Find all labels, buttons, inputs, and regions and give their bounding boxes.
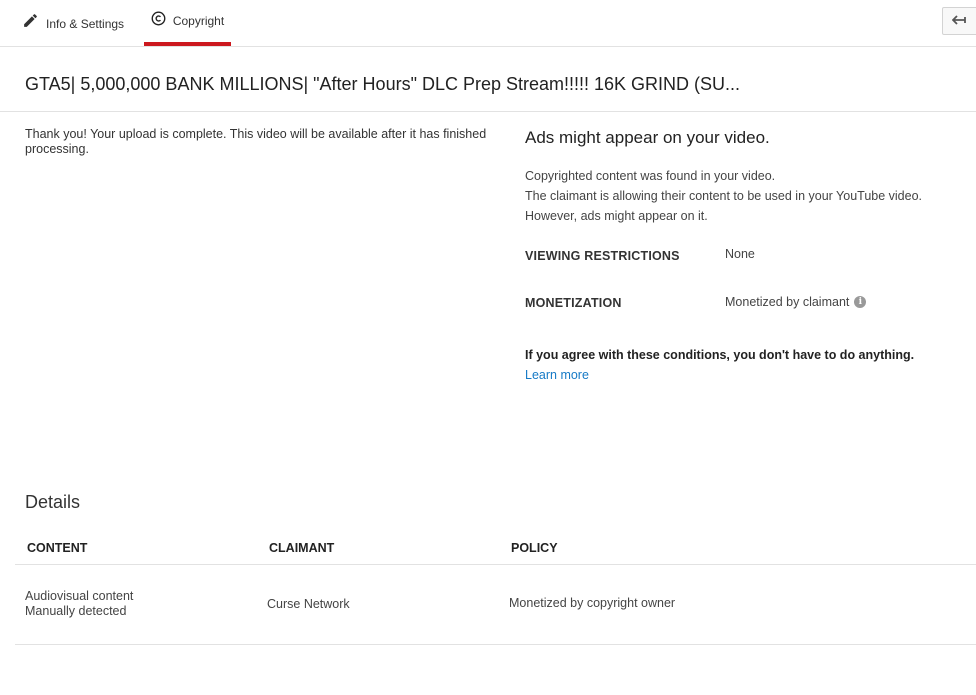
table-header-divider [15, 564, 976, 565]
top-tab-bar: Info & Settings Copyright [0, 0, 976, 47]
policy-cell: Monetized by copyright owner [509, 596, 676, 610]
back-arrow-icon [951, 12, 966, 30]
info-icon[interactable]: i [854, 296, 867, 308]
details-heading: Details [25, 492, 81, 512]
pencil-icon [22, 12, 39, 34]
tab-copyright-label: Copyright [172, 14, 225, 28]
content-cell: Audiovisual content Manually detected [25, 589, 133, 619]
upload-complete-message: Thank you! Your upload is complete. This… [25, 127, 487, 156]
back-button[interactable] [942, 7, 976, 35]
table-row-divider [15, 644, 976, 645]
video-title: GTA5| 5,000,000 BANK MILLIONS| "After Ho… [25, 74, 741, 94]
monetization-text: Monetized by claimant [725, 295, 850, 309]
active-tab-indicator [144, 42, 231, 46]
tab-copyright[interactable]: Copyright [144, 0, 231, 46]
monetization-value: Monetized by claimant i [725, 295, 867, 309]
content-detection: Manually detected [25, 604, 127, 618]
claim-description-line: Copyrighted content was found in your vi… [525, 169, 776, 183]
agree-conditions-text: If you agree with these conditions, you … [525, 348, 915, 362]
claim-description-line: However, ads might appear on it. [525, 209, 708, 223]
column-header-content: CONTENT [27, 541, 88, 555]
tab-info-settings-label: Info & Settings [46, 16, 125, 31]
column-header-claimant: CLAIMANT [269, 541, 335, 555]
viewing-restrictions-value: None [725, 247, 755, 261]
copyright-icon [151, 11, 166, 31]
monetization-label: MONETIZATION [525, 296, 622, 310]
claimant-cell: Curse Network [267, 597, 350, 611]
viewing-restrictions-label: VIEWING RESTRICTIONS [525, 249, 680, 263]
learn-more-link[interactable]: Learn more [525, 368, 589, 382]
column-header-policy: POLICY [511, 541, 558, 555]
viewing-restrictions-text: None [725, 247, 755, 261]
title-divider [0, 111, 976, 112]
content-type: Audiovisual content [25, 589, 134, 603]
claim-heading: Ads might appear on your video. [525, 128, 770, 147]
claim-description-line: The claimant is allowing their content t… [525, 189, 923, 203]
tab-info-settings[interactable]: Info & Settings [22, 0, 124, 46]
